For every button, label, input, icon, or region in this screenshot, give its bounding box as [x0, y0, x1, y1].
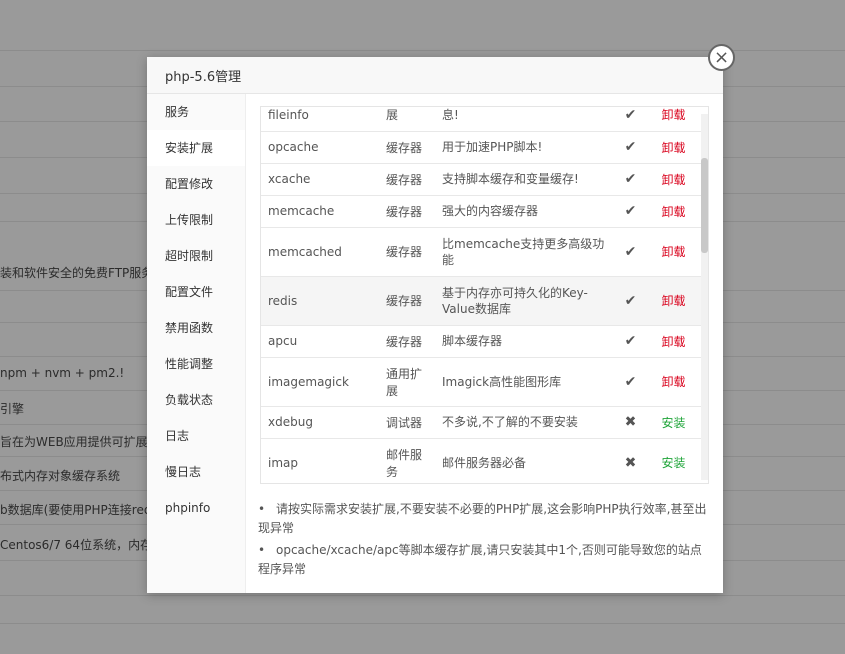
extension-desc: 不多说,不了解的不要安装 [436, 406, 615, 439]
tip-item: • opcache/xcache/apc等脚本缓存扩展,请只安装其中1个,否则可能… [258, 541, 713, 579]
extension-type: 缓存器 [380, 131, 436, 164]
installed-check-icon: ✔ [615, 195, 646, 228]
sidebar-item-disabled-functions[interactable]: 禁用函数 [147, 310, 245, 346]
install-link[interactable]: 安装 [661, 456, 685, 470]
bg-row-text: 装和软件安全的免费FTP服务器 [0, 266, 166, 280]
extension-type: 展 [380, 107, 436, 132]
tip-text: 请按实际需求安装扩展,不要安装不必要的PHP扩展,这会影响PHP执行效率,甚至出… [258, 502, 707, 535]
table-row: xcache 缓存器 支持脚本缓存和变量缓存! ✔ 卸载 [261, 163, 701, 196]
sidebar-item-load-status[interactable]: 负载状态 [147, 382, 245, 418]
table-scrollbar[interactable] [701, 114, 708, 480]
extension-type: 调试器 [380, 406, 436, 439]
sidebar-item-install-extension[interactable]: 安装扩展 [147, 130, 245, 166]
tip-text: opcache/xcache/apc等脚本缓存扩展,请只安装其中1个,否则可能导… [258, 543, 702, 576]
uninstall-link[interactable]: 卸载 [661, 245, 685, 259]
extension-type: 通用扩展 [380, 357, 436, 407]
extension-name: apcu [261, 325, 380, 358]
sidebar-item-log[interactable]: 日志 [147, 418, 245, 454]
extension-name: redis [261, 276, 380, 326]
table-row: opcache 缓存器 用于加速PHP脚本! ✔ 卸载 [261, 131, 701, 164]
extension-name: xcache [261, 163, 380, 196]
dialog-title: php-5.6管理 [165, 70, 242, 85]
extension-desc: 支持脚本缓存和变量缓存! [436, 163, 615, 196]
sidebar-item-config-file[interactable]: 配置文件 [147, 274, 245, 310]
extension-type: 缓存器 [380, 325, 436, 358]
sidebar-item-service[interactable]: 服务 [147, 94, 245, 130]
uninstall-link[interactable]: 卸载 [661, 141, 685, 155]
extension-table-container[interactable]: fileinfo 展 息! ✔ 卸载 opcache 缓存器 用于加速PHP脚本… [260, 106, 709, 484]
installed-check-icon: ✔ [615, 357, 646, 407]
extension-desc: 强大的内容缓存器 [436, 195, 615, 228]
uninstall-link[interactable]: 卸载 [661, 335, 685, 349]
extension-table: fileinfo 展 息! ✔ 卸载 opcache 缓存器 用于加速PHP脚本… [261, 107, 701, 483]
extension-desc: 基于内存亦可持久化的Key-Value数据库 [436, 276, 615, 326]
installed-check-icon: ✔ [615, 131, 646, 164]
table-row: apcu 缓存器 脚本缓存器 ✔ 卸载 [261, 325, 701, 358]
extension-name: imagemagick [261, 357, 380, 407]
sidebar-item-phpinfo[interactable]: phpinfo [147, 490, 245, 526]
uninstall-link[interactable]: 卸载 [661, 108, 685, 122]
extension-name: fileinfo [261, 107, 380, 132]
dialog-header: php-5.6管理 [147, 57, 723, 94]
table-row: imagemagick 通用扩展 Imagick高性能图形库 ✔ 卸载 [261, 357, 701, 407]
sidebar-item-performance[interactable]: 性能调整 [147, 346, 245, 382]
installed-check-icon: ✔ [615, 276, 646, 326]
uninstall-link[interactable]: 卸载 [661, 173, 685, 187]
extension-name: xdebug [261, 406, 380, 439]
bullet-icon: • [258, 502, 266, 516]
installed-check-icon: ✔ [615, 325, 646, 358]
sidebar-item-upload-limit[interactable]: 上传限制 [147, 202, 245, 238]
uninstall-link[interactable]: 卸载 [661, 294, 685, 308]
bg-row-text: b数据库(要使用PHP连接redi [0, 503, 155, 517]
installed-check-icon: ✔ [615, 107, 646, 132]
bullet-icon: • [258, 543, 266, 557]
extension-desc: 脚本缓存器 [436, 325, 615, 358]
scrollbar-thumb[interactable] [701, 158, 708, 253]
installed-check-icon: ✔ [615, 227, 646, 277]
sidebar-item-slow-log[interactable]: 慢日志 [147, 454, 245, 490]
not-installed-x-icon: ✖ [615, 438, 646, 483]
extension-desc: 用于加速PHP脚本! [436, 131, 615, 164]
extension-type: 缓存器 [380, 195, 436, 228]
installed-check-icon: ✔ [615, 163, 646, 196]
sidebar-item-config-edit[interactable]: 配置修改 [147, 166, 245, 202]
close-icon: × [713, 46, 730, 68]
table-row: memcache 缓存器 强大的内容缓存器 ✔ 卸载 [261, 195, 701, 228]
extension-name: opcache [261, 131, 380, 164]
extension-type: 缓存器 [380, 227, 436, 277]
bg-row-text: 引擎 [0, 402, 25, 416]
extension-type: 缓存器 [380, 163, 436, 196]
bg-row-text: 布式内存对象缓存系统 [0, 469, 121, 483]
extension-name: imap [261, 438, 380, 483]
table-row: imap 邮件服务 邮件服务器必备 ✖ 安装 [261, 438, 701, 483]
extension-desc: 邮件服务器必备 [436, 438, 615, 483]
extension-desc: 息! [436, 107, 615, 132]
uninstall-link[interactable]: 卸载 [661, 375, 685, 389]
php-manage-dialog: php-5.6管理 服务 安装扩展 配置修改 上传限制 超时限制 配置文件 禁用… [147, 57, 723, 593]
table-row: fileinfo 展 息! ✔ 卸载 [261, 107, 701, 132]
tip-item: • 请按实际需求安装扩展,不要安装不必要的PHP扩展,这会影响PHP执行效率,甚至… [258, 500, 713, 538]
table-row: memcached 缓存器 比memcache支持更多高级功能 ✔ 卸载 [261, 227, 701, 277]
extension-desc: 比memcache支持更多高级功能 [436, 227, 615, 277]
bg-row-text: npm + nvm + pm2.! [0, 366, 125, 380]
not-installed-x-icon: ✖ [615, 406, 646, 439]
table-row: xdebug 调试器 不多说,不了解的不要安装 ✖ 安装 [261, 406, 701, 439]
close-button[interactable]: × [708, 44, 735, 71]
dialog-sidebar: 服务 安装扩展 配置修改 上传限制 超时限制 配置文件 禁用函数 性能调整 负载… [147, 94, 246, 593]
table-row: redis 缓存器 基于内存亦可持久化的Key-Value数据库 ✔ 卸载 [261, 276, 701, 326]
extension-type: 缓存器 [380, 276, 436, 326]
bg-row-text: 旨在为WEB应用提供可扩展的 [0, 435, 160, 449]
extension-desc: Imagick高性能图形库 [436, 357, 615, 407]
bg-divider [0, 623, 845, 624]
extension-name: memcache [261, 195, 380, 228]
tips-list: • 请按实际需求安装扩展,不要安装不必要的PHP扩展,这会影响PHP执行效率,甚至… [258, 500, 713, 582]
install-link[interactable]: 安装 [661, 416, 685, 430]
bg-row-text: Centos6/7 64位系统，内存 [0, 538, 153, 552]
dialog-content: fileinfo 展 息! ✔ 卸载 opcache 缓存器 用于加速PHP脚本… [246, 94, 723, 593]
sidebar-item-timeout-limit[interactable]: 超时限制 [147, 238, 245, 274]
extension-type: 邮件服务 [380, 438, 436, 483]
bg-divider [0, 595, 845, 596]
uninstall-link[interactable]: 卸载 [661, 205, 685, 219]
extension-name: memcached [261, 227, 380, 277]
